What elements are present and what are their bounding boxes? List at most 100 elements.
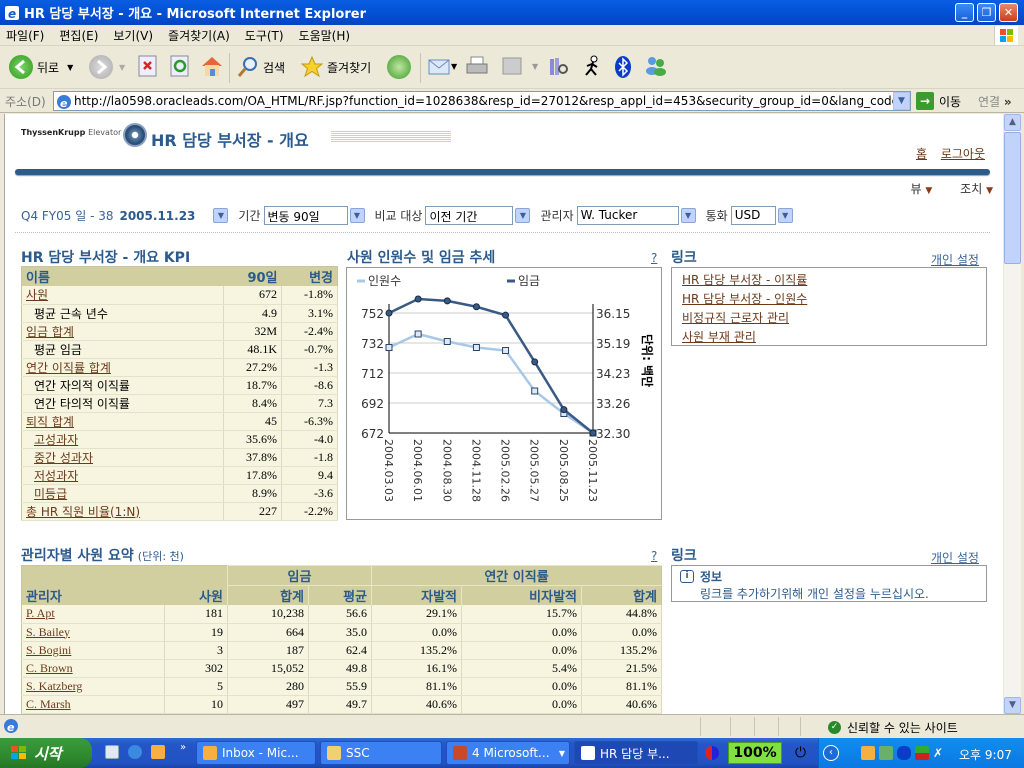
mail-button[interactable]: ▼ xyxy=(427,55,457,77)
links-personalize-link[interactable]: 개인 설정 xyxy=(931,251,979,268)
salary-point xyxy=(414,295,422,303)
bluetooth-button[interactable] xyxy=(614,55,632,79)
task-ssc[interactable]: SSC xyxy=(320,741,442,765)
compare-dropdown-button[interactable]: ▼ xyxy=(515,208,531,223)
scroll-thumb[interactable] xyxy=(1004,132,1021,264)
security-zone: ✓ 신뢰할 수 있는 사이트 xyxy=(828,719,958,736)
stop-button[interactable] xyxy=(138,55,158,77)
manager-dropdown-button[interactable]: ▼ xyxy=(680,208,696,223)
quicklaunch-ie-icon[interactable] xyxy=(128,745,142,762)
currency-dropdown-button[interactable]: ▼ xyxy=(777,208,793,223)
home-button[interactable] xyxy=(200,55,224,77)
search-button[interactable]: 검색 xyxy=(236,55,285,79)
links-toolbar-button[interactable]: 연결 » xyxy=(978,93,1012,110)
kpi-name-link[interactable]: 미등급 xyxy=(21,484,224,503)
battery-indicator[interactable]: 100% xyxy=(728,742,782,764)
task-inbox[interactable]: Inbox - Mic... xyxy=(196,741,316,765)
salary-point xyxy=(385,309,393,317)
quicklaunch-more-icon[interactable]: » xyxy=(180,742,186,753)
menu-favorites[interactable]: 즐겨찾기(A) xyxy=(168,27,230,44)
menu-help[interactable]: 도움말(H) xyxy=(299,27,351,44)
menu-file[interactable]: 파일(F) xyxy=(6,27,44,44)
minimize-button[interactable]: _ xyxy=(955,3,974,22)
kpi-name-link[interactable]: 연간 이직률 합계 xyxy=(21,358,224,377)
trend-chart: 인원수 임금 672 692 712 732 752 32.30 33.26 34.23 35.19… xyxy=(346,267,662,520)
power-plug-icon[interactable]: ⏻ xyxy=(795,745,806,761)
manager-name-link[interactable]: C. Marsh xyxy=(21,695,165,714)
tray-meter-icon[interactable] xyxy=(915,746,929,760)
quicklaunch-outlook-icon[interactable] xyxy=(105,745,119,762)
kpi-name-link[interactable]: 퇴직 합계 xyxy=(21,412,224,431)
messenger-run-button[interactable] xyxy=(581,55,603,77)
currency-select[interactable]: USD xyxy=(730,206,776,225)
tray-sync-icon[interactable] xyxy=(879,746,893,760)
tray-bluetooth-icon[interactable] xyxy=(897,746,911,760)
kpi-name-link[interactable]: 고성과자 xyxy=(21,430,224,449)
tray-expand-icon[interactable]: ‹ xyxy=(823,745,839,761)
manager-help-link[interactable]: ? xyxy=(651,549,657,563)
kpi-name-link[interactable]: 사원 xyxy=(21,286,224,305)
back-dropdown-icon[interactable]: ▼ xyxy=(67,63,73,72)
forward-dropdown-icon[interactable]: ▼ xyxy=(119,63,125,72)
kpi-name-link[interactable]: 중간 성과자 xyxy=(21,448,224,467)
refresh-button[interactable] xyxy=(170,55,190,77)
period-dropdown-button[interactable]: ▼ xyxy=(349,208,365,223)
manager-name-link[interactable]: S. Bailey xyxy=(21,623,165,642)
date-picker-button[interactable]: ▼ xyxy=(213,208,229,223)
restore-button[interactable]: ❐ xyxy=(977,3,996,22)
menu-tools[interactable]: 도구(T) xyxy=(245,27,284,44)
tray-clock-icon[interactable] xyxy=(861,746,875,760)
task-microsoft[interactable]: 4 Microsoft... ▼ xyxy=(446,741,570,765)
page-icon: e xyxy=(56,94,72,110)
edit-dropdown-icon[interactable]: ▼ xyxy=(532,62,538,71)
url-input[interactable]: e http://la0598.oracleads.com/OA_HTML/RF… xyxy=(53,91,911,111)
link-absence-management[interactable]: 사원 부재 관리 xyxy=(682,328,986,347)
manager-name-link[interactable]: C. Brown xyxy=(21,659,165,678)
research-button[interactable] xyxy=(548,55,570,77)
close-button[interactable]: ✕ xyxy=(999,3,1018,22)
menu-view[interactable]: 보기(V) xyxy=(113,27,153,44)
vertical-scrollbar[interactable]: ▲ ▼ xyxy=(1004,114,1021,714)
wireless-icon[interactable]: ✗ xyxy=(933,746,943,760)
msn-messenger-button[interactable] xyxy=(644,55,668,77)
favorites-button[interactable]: 즐겨찾기 xyxy=(300,55,371,79)
back-button[interactable]: 뒤로 ▼ xyxy=(9,55,73,79)
scroll-up-button[interactable]: ▲ xyxy=(1004,114,1021,131)
print-button[interactable] xyxy=(465,55,489,77)
menu-edit[interactable]: 편집(E) xyxy=(59,27,98,44)
manager-row: C. Marsh 10 497 49.7 40.6% 0.0% 40.6% xyxy=(21,695,662,714)
actions-menu[interactable]: 조치 ▼ xyxy=(948,182,993,196)
forward-button[interactable]: ▼ xyxy=(89,55,125,79)
kpi-name-link[interactable]: 총 HR 직원 비율(1:N) xyxy=(21,502,224,521)
links2-personalize-link[interactable]: 개인 설정 xyxy=(931,549,979,566)
manager-name-link[interactable]: P. Apt xyxy=(21,605,165,624)
quicklaunch-clock-icon[interactable] xyxy=(151,745,165,762)
y-left-tick-label: 752 xyxy=(361,307,384,321)
logout-link[interactable]: 로그아웃 xyxy=(941,147,985,161)
go-button[interactable]: → 이동 xyxy=(916,92,961,110)
language-icon[interactable] xyxy=(705,746,719,763)
period-select[interactable]: 변동 90일 xyxy=(263,206,348,225)
network-icon[interactable] xyxy=(843,746,857,760)
manager-name-link[interactable]: S. Katzberg xyxy=(21,677,165,696)
link-hr-turnover[interactable]: HR 담당 부서장 - 이직률 xyxy=(682,271,986,290)
home-link[interactable]: 홈 xyxy=(916,147,927,161)
history-button[interactable] xyxy=(387,55,411,79)
trend-help-link[interactable]: ? xyxy=(651,251,657,265)
kpi-name-link[interactable]: 저성과자 xyxy=(21,466,224,485)
edit-button[interactable]: ▼ xyxy=(502,55,538,77)
as-of-date[interactable]: 2005.11.23 xyxy=(119,209,195,223)
address-dropdown-button[interactable]: ▼ xyxy=(893,92,910,110)
start-button[interactable]: 시작 xyxy=(0,738,92,768)
scroll-down-button[interactable]: ▼ xyxy=(1004,697,1021,714)
clock[interactable]: 오후 9:07 xyxy=(959,746,1012,763)
view-menu[interactable]: 뷰 ▼ xyxy=(899,182,933,196)
link-hr-headcount[interactable]: HR 담당 부서장 - 인원수 xyxy=(682,290,986,309)
task-hr-overview[interactable]: HR 담당 부... xyxy=(574,741,698,765)
manager-select[interactable]: W. Tucker xyxy=(576,206,679,225)
manager-name-link[interactable]: S. Bogini xyxy=(21,641,165,660)
mail-dropdown-icon[interactable]: ▼ xyxy=(451,62,457,71)
compare-select[interactable]: 이전 기간 xyxy=(425,206,514,225)
link-contingent-workers[interactable]: 비정규직 근로자 관리 xyxy=(682,309,986,328)
kpi-name-link[interactable]: 임금 합계 xyxy=(21,322,224,341)
